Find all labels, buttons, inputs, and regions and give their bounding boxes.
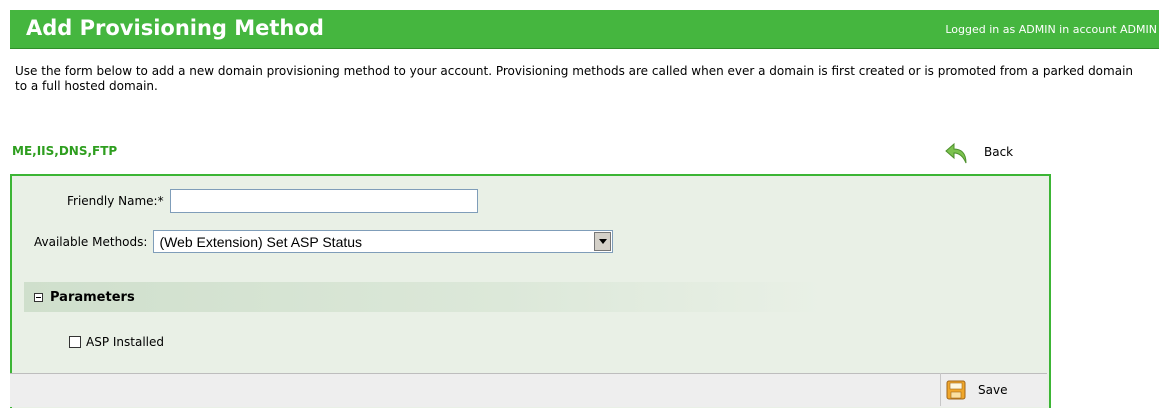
save-button[interactable]: Save	[940, 373, 1007, 406]
back-label: Back	[984, 145, 1014, 159]
parameters-section-header[interactable]: Parameters	[24, 282, 824, 312]
page-header: Add Provisioning Method Logged in as ADM…	[10, 10, 1159, 49]
asp-installed-row: ASP Installed	[69, 335, 164, 349]
save-disk-icon	[946, 380, 966, 399]
save-label: Save	[978, 382, 1008, 397]
friendly-name-input[interactable]	[169, 189, 478, 213]
available-methods-label: Available Methods:	[34, 234, 148, 249]
available-methods-value: (Web Extension) Set ASP Status	[159, 234, 363, 250]
available-methods-select[interactable]: (Web Extension) Set ASP Status	[153, 230, 614, 253]
collapse-icon[interactable]	[34, 292, 43, 302]
available-methods-row: Available Methods: (Web Extension) Set A…	[34, 230, 614, 253]
login-status: Logged in as ADMIN in account ADMIN	[945, 23, 1157, 36]
asp-installed-checkbox[interactable]	[69, 336, 81, 348]
asp-installed-label: ASP Installed	[86, 335, 164, 349]
back-arrow-icon	[945, 142, 967, 164]
parameters-label: Parameters	[50, 289, 135, 305]
back-button[interactable]: Back	[944, 139, 1013, 165]
form-footer	[10, 373, 1047, 407]
page-title: Add Provisioning Method	[26, 16, 324, 40]
method-tags: ME,IIS,DNS,FTP	[12, 144, 118, 158]
intro-text: Use the form below to add a new domain p…	[15, 64, 1134, 93]
friendly-name-row: Friendly Name:*	[67, 189, 478, 213]
dropdown-arrow-icon[interactable]	[594, 232, 612, 251]
friendly-name-label: Friendly Name:*	[67, 194, 164, 208]
